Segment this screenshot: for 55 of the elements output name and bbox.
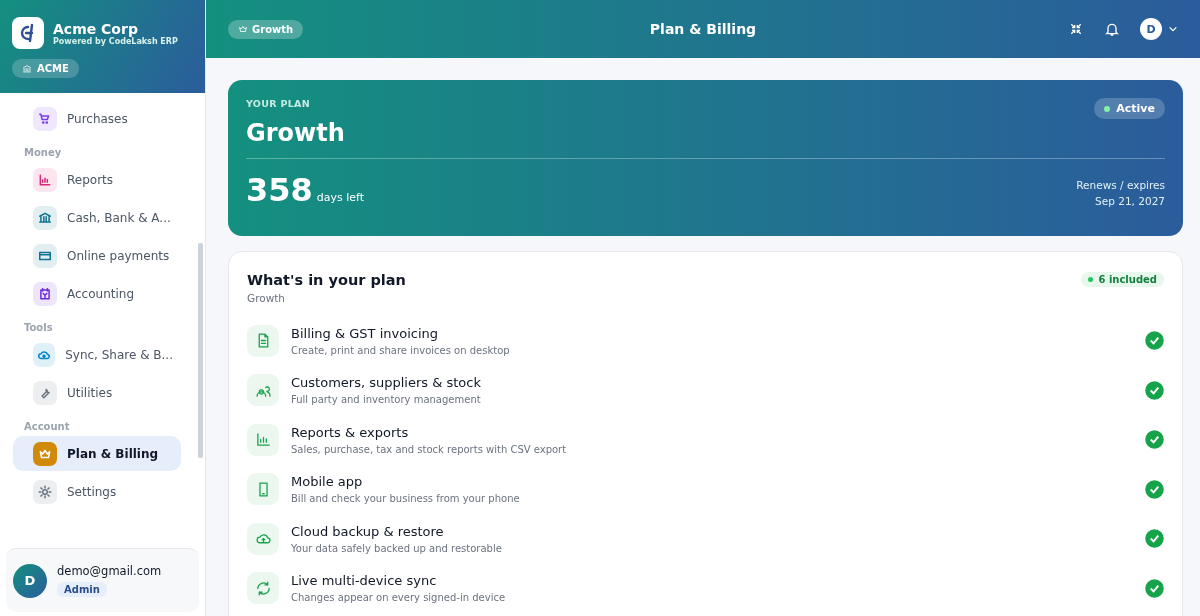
renew-date: Sep 21, 2027 [1094,194,1165,209]
section-label: Account [23,420,71,434]
feature-title: Reports & exports [291,424,410,440]
page-title: Plan & Billing [649,21,757,37]
feature-description: Create, print and share invoices on desktop [291,344,511,356]
included-count-badge: 6 included [1081,272,1164,287]
nav-item[interactable]: Utilities [13,375,181,410]
feature-title: Mobile app [291,474,364,490]
powered-by-text: Powered by CodeLaksh ERP [53,36,178,46]
company-name: Acme Corp [53,20,138,37]
role-badge: Admin [57,582,107,597]
nav-icon [38,172,52,187]
renew-label: Renews / expires [1076,178,1165,193]
section-label: Money [23,146,63,160]
user-avatar: D [13,563,47,598]
feature-description: Bill and check your business from your phone [291,493,521,505]
scrollbar-thumb[interactable] [198,243,203,458]
feature-title: Live multi-device sync [291,573,438,589]
feature-icon [254,431,272,449]
nav-item[interactable]: Plan & Billing [13,436,181,471]
nav-item[interactable]: Online payments [13,238,181,273]
nav-item[interactable]: Purchases [13,101,181,136]
feature-description: Full party and inventory management [291,394,482,406]
nav-item[interactable]: Sync, Share & B... [13,337,181,372]
fullscreen-icon[interactable] [1068,21,1084,37]
nav-icon [38,111,52,126]
crown-icon [238,24,248,34]
nav-item[interactable]: Accounting [13,276,181,311]
caret-icon [1168,24,1178,34]
status-badge: Active [1094,98,1165,119]
nav-item[interactable]: Cash, Bank & A... [13,200,181,235]
feature-title: Customers, suppliers & stock [291,375,482,391]
nav-icon [38,286,52,301]
nav-icon [38,484,52,499]
nav-icon [38,210,52,225]
days-count: 358 [246,171,313,209]
plan-eyebrow: YOUR PLAN [246,98,311,109]
nav-item[interactable]: Reports [13,162,181,197]
feature-icon [254,579,272,597]
bank-icon [22,63,32,74]
features-title: What's in your plan [247,272,406,288]
feature-title: Billing & GST invoicing [291,325,440,341]
feature-description: Sales, purchase, tax and stock reports with CSV export [291,443,568,455]
nav-item[interactable]: Settings [13,474,181,509]
user-card[interactable]: D demo@gmail.com Admin [6,548,199,612]
feature-description: Your data safely backed up and restorable [291,542,503,554]
days-label: days left [316,191,365,204]
user-email: demo@gmail.com [57,564,162,578]
feature-description: Changes appear on every signed-in device [291,592,507,604]
notification-bell-icon[interactable] [1104,21,1120,37]
feature-title: Cloud backup & restore [291,523,445,539]
plan-name: Growth [246,119,345,147]
section-label: Tools [23,321,54,335]
features-subtitle: Growth [247,292,286,304]
logo-icon [12,17,44,49]
